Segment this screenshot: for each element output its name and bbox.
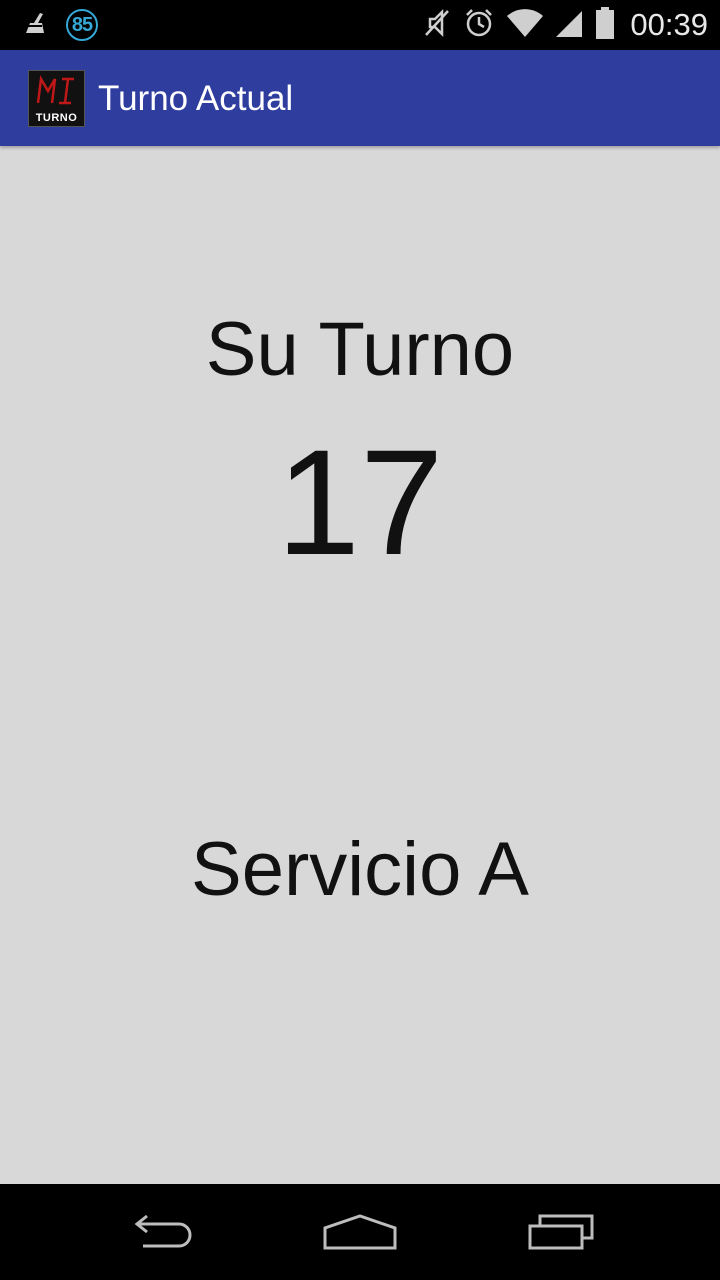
signal-icon (554, 7, 584, 44)
home-button[interactable] (300, 1202, 420, 1262)
page-title: Turno Actual (98, 79, 294, 118)
status-bar: 85 00:39 (0, 0, 720, 50)
home-icon (323, 1214, 397, 1250)
turn-number: 17 (276, 418, 444, 586)
navigation-bar (0, 1184, 720, 1280)
logo-text: TURNO (35, 112, 78, 124)
back-icon (134, 1214, 192, 1248)
back-button[interactable] (100, 1202, 220, 1262)
recents-icon (528, 1214, 594, 1250)
cleaner-icon (22, 9, 50, 42)
battery-icon (594, 6, 616, 45)
turn-label: Su Turno (205, 307, 515, 392)
mute-icon (422, 7, 452, 44)
mi-logo-mark (36, 75, 74, 105)
recents-button[interactable] (502, 1202, 622, 1262)
app-logo: TURNO (28, 70, 85, 127)
main-content: Su Turno 17 Servicio A (0, 146, 720, 1184)
status-clock: 00:39 (630, 7, 708, 42)
alarm-icon (462, 6, 496, 45)
app-bar: TURNO Turno Actual (0, 50, 720, 146)
service-name: Servicio A (191, 827, 529, 912)
wifi-icon (506, 7, 544, 44)
notification-badge: 85 (66, 9, 98, 41)
